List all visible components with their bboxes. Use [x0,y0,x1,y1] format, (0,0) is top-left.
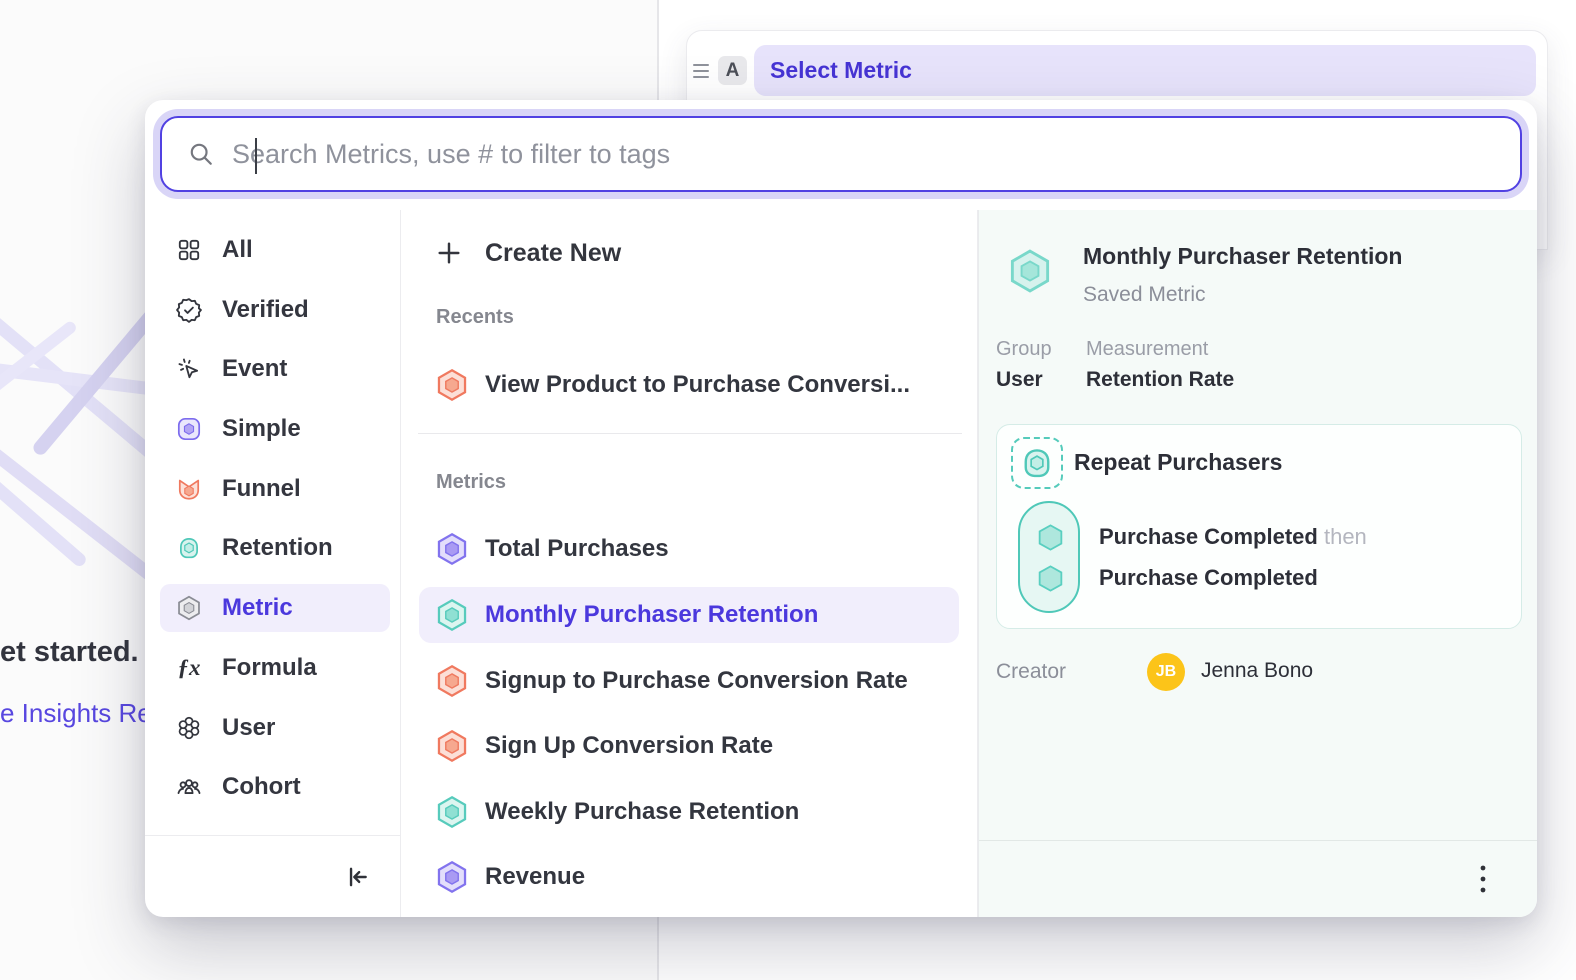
definition-card-title: Repeat Purchasers [1074,449,1282,476]
sidebar-item-label: User [222,714,275,742]
sidebar-item-funnel[interactable]: Funnel [160,465,390,513]
funnel-icon [176,476,202,502]
definition-step-1: Purchase Completed then [1099,524,1367,550]
metric-definition-card: Repeat Purchasers Purchase Completed the… [996,424,1522,629]
sidebar-item-label: Event [222,355,287,383]
creator-name: Jenna Bono [1201,659,1313,683]
text-cursor [255,138,257,174]
sidebar-item-all[interactable]: All [160,226,390,274]
sidebar-item-event[interactable]: Event [160,345,390,393]
metric-item-label: Weekly Purchase Retention [485,798,799,826]
filter-sidebar: All Verified Event Simple [145,210,401,917]
sidebar-item-metric[interactable]: Metric [160,584,390,632]
sidebar-item-verified[interactable]: Verified [160,286,390,334]
metric-item-sign-up-conversion-rate[interactable]: Sign Up Conversion Rate [419,718,959,774]
detail-title: Monthly Purchaser Retention [1083,243,1402,270]
detail-subtitle: Saved Metric [1083,283,1206,307]
sidebar-item-label: Verified [222,296,309,324]
metric-item-label: Signup to Purchase Conversion Rate [485,667,908,695]
metric-item-label: Total Purchases [485,535,669,563]
cohort-people-icon [176,774,202,800]
plus-icon [435,239,463,267]
search-icon [188,141,214,167]
detail-footer [979,840,1537,917]
create-new-label: Create New [485,239,621,268]
verified-badge-icon [176,297,202,323]
sidebar-item-cohort[interactable]: Cohort [160,763,390,811]
sidebar-item-label: Formula [222,654,317,682]
event-hexagon-icon [1035,522,1066,553]
background-headline-fragment: et started. [0,636,150,669]
recent-item-label: View Product to Purchase Conversi... [485,371,910,399]
metric-item-revenue[interactable]: Revenue [419,849,959,905]
sidebar-item-user[interactable]: User [160,704,390,752]
metric-hexagon-icon [435,729,469,763]
funnel-metric-hexagon-icon [435,368,469,402]
metric-hexagon-icon [435,664,469,698]
creator-avatar: JB [1147,653,1185,691]
event-sequence-capsule [1018,501,1080,613]
step-connector: then [1324,524,1367,549]
sidebar-item-retention[interactable]: Retention [160,524,390,572]
metric-item-label: Monthly Purchaser Retention [485,601,818,629]
measurement-label: Measurement [1086,338,1208,361]
event-cursor-icon [176,356,202,382]
search-bar[interactable] [160,116,1522,192]
sidebar-item-label: Cohort [222,773,301,801]
create-new-button[interactable]: Create New [435,230,621,276]
block-letter-badge[interactable]: A [718,56,747,85]
metrics-header: Metrics [436,471,506,494]
retention-icon [176,535,202,561]
metric-picker-modal: All Verified Event Simple [145,100,1537,917]
metric-item-label: Revenue [485,863,585,891]
sidebar-item-label: Funnel [222,475,301,503]
sidebar-item-label: Metric [222,594,293,622]
user-cluster-icon [176,715,202,741]
metric-item-weekly-purchase-retention[interactable]: Weekly Purchase Retention [419,784,959,840]
sidebar-item-formula[interactable]: ƒx Formula [160,644,390,692]
sidebar-item-label: All [222,236,253,264]
metric-item-signup-to-purchase-conversion-rate[interactable]: Signup to Purchase Conversion Rate [419,653,959,709]
select-metric-pill[interactable]: Select Metric [754,45,1536,96]
group-value: User [996,368,1043,392]
section-divider [418,433,962,434]
sidebar-item-label: Retention [222,534,333,562]
metric-hexagon-icon [435,532,469,566]
event-hexagon-icon [1035,563,1066,594]
metric-hexagon-icon [1007,248,1053,294]
creator-label: Creator [996,660,1066,684]
sidebar-item-simple[interactable]: Simple [160,405,390,453]
recents-header: Recents [436,306,514,329]
collapse-sidebar-icon[interactable] [344,864,370,890]
group-label: Group [996,338,1052,361]
recent-item[interactable]: View Product to Purchase Conversi... [419,357,959,413]
drag-handle-icon[interactable] [693,62,711,80]
search-input[interactable] [232,139,1494,170]
step-event-name: Purchase Completed [1099,524,1318,549]
simple-metric-icon [176,416,202,442]
more-options-icon[interactable] [1471,862,1495,896]
definition-step-2: Purchase Completed [1099,565,1318,591]
sidebar-item-label: Simple [222,415,301,443]
metric-hexagon-icon [435,598,469,632]
metric-hexagon-icon [176,595,202,621]
metric-list-column: Create New Recents View Product to Purch… [401,210,978,917]
metric-hexagon-icon [435,795,469,829]
retention-step-icon-box [1011,437,1063,489]
metric-item-label: Sign Up Conversion Rate [485,732,773,760]
metric-item-monthly-purchaser-retention[interactable]: Monthly Purchaser Retention [419,587,959,643]
retention-icon [1019,445,1055,481]
background-link-fragment[interactable]: e Insights Re [0,698,150,729]
metric-detail-panel: Monthly Purchaser Retention Saved Metric… [978,210,1537,917]
metric-item-total-purchases[interactable]: Total Purchases [419,521,959,577]
metric-hexagon-icon [435,860,469,894]
sidebar-footer [145,835,400,917]
grid-icon [176,237,202,263]
measurement-value: Retention Rate [1086,368,1234,392]
formula-fx-icon: ƒx [176,655,202,681]
